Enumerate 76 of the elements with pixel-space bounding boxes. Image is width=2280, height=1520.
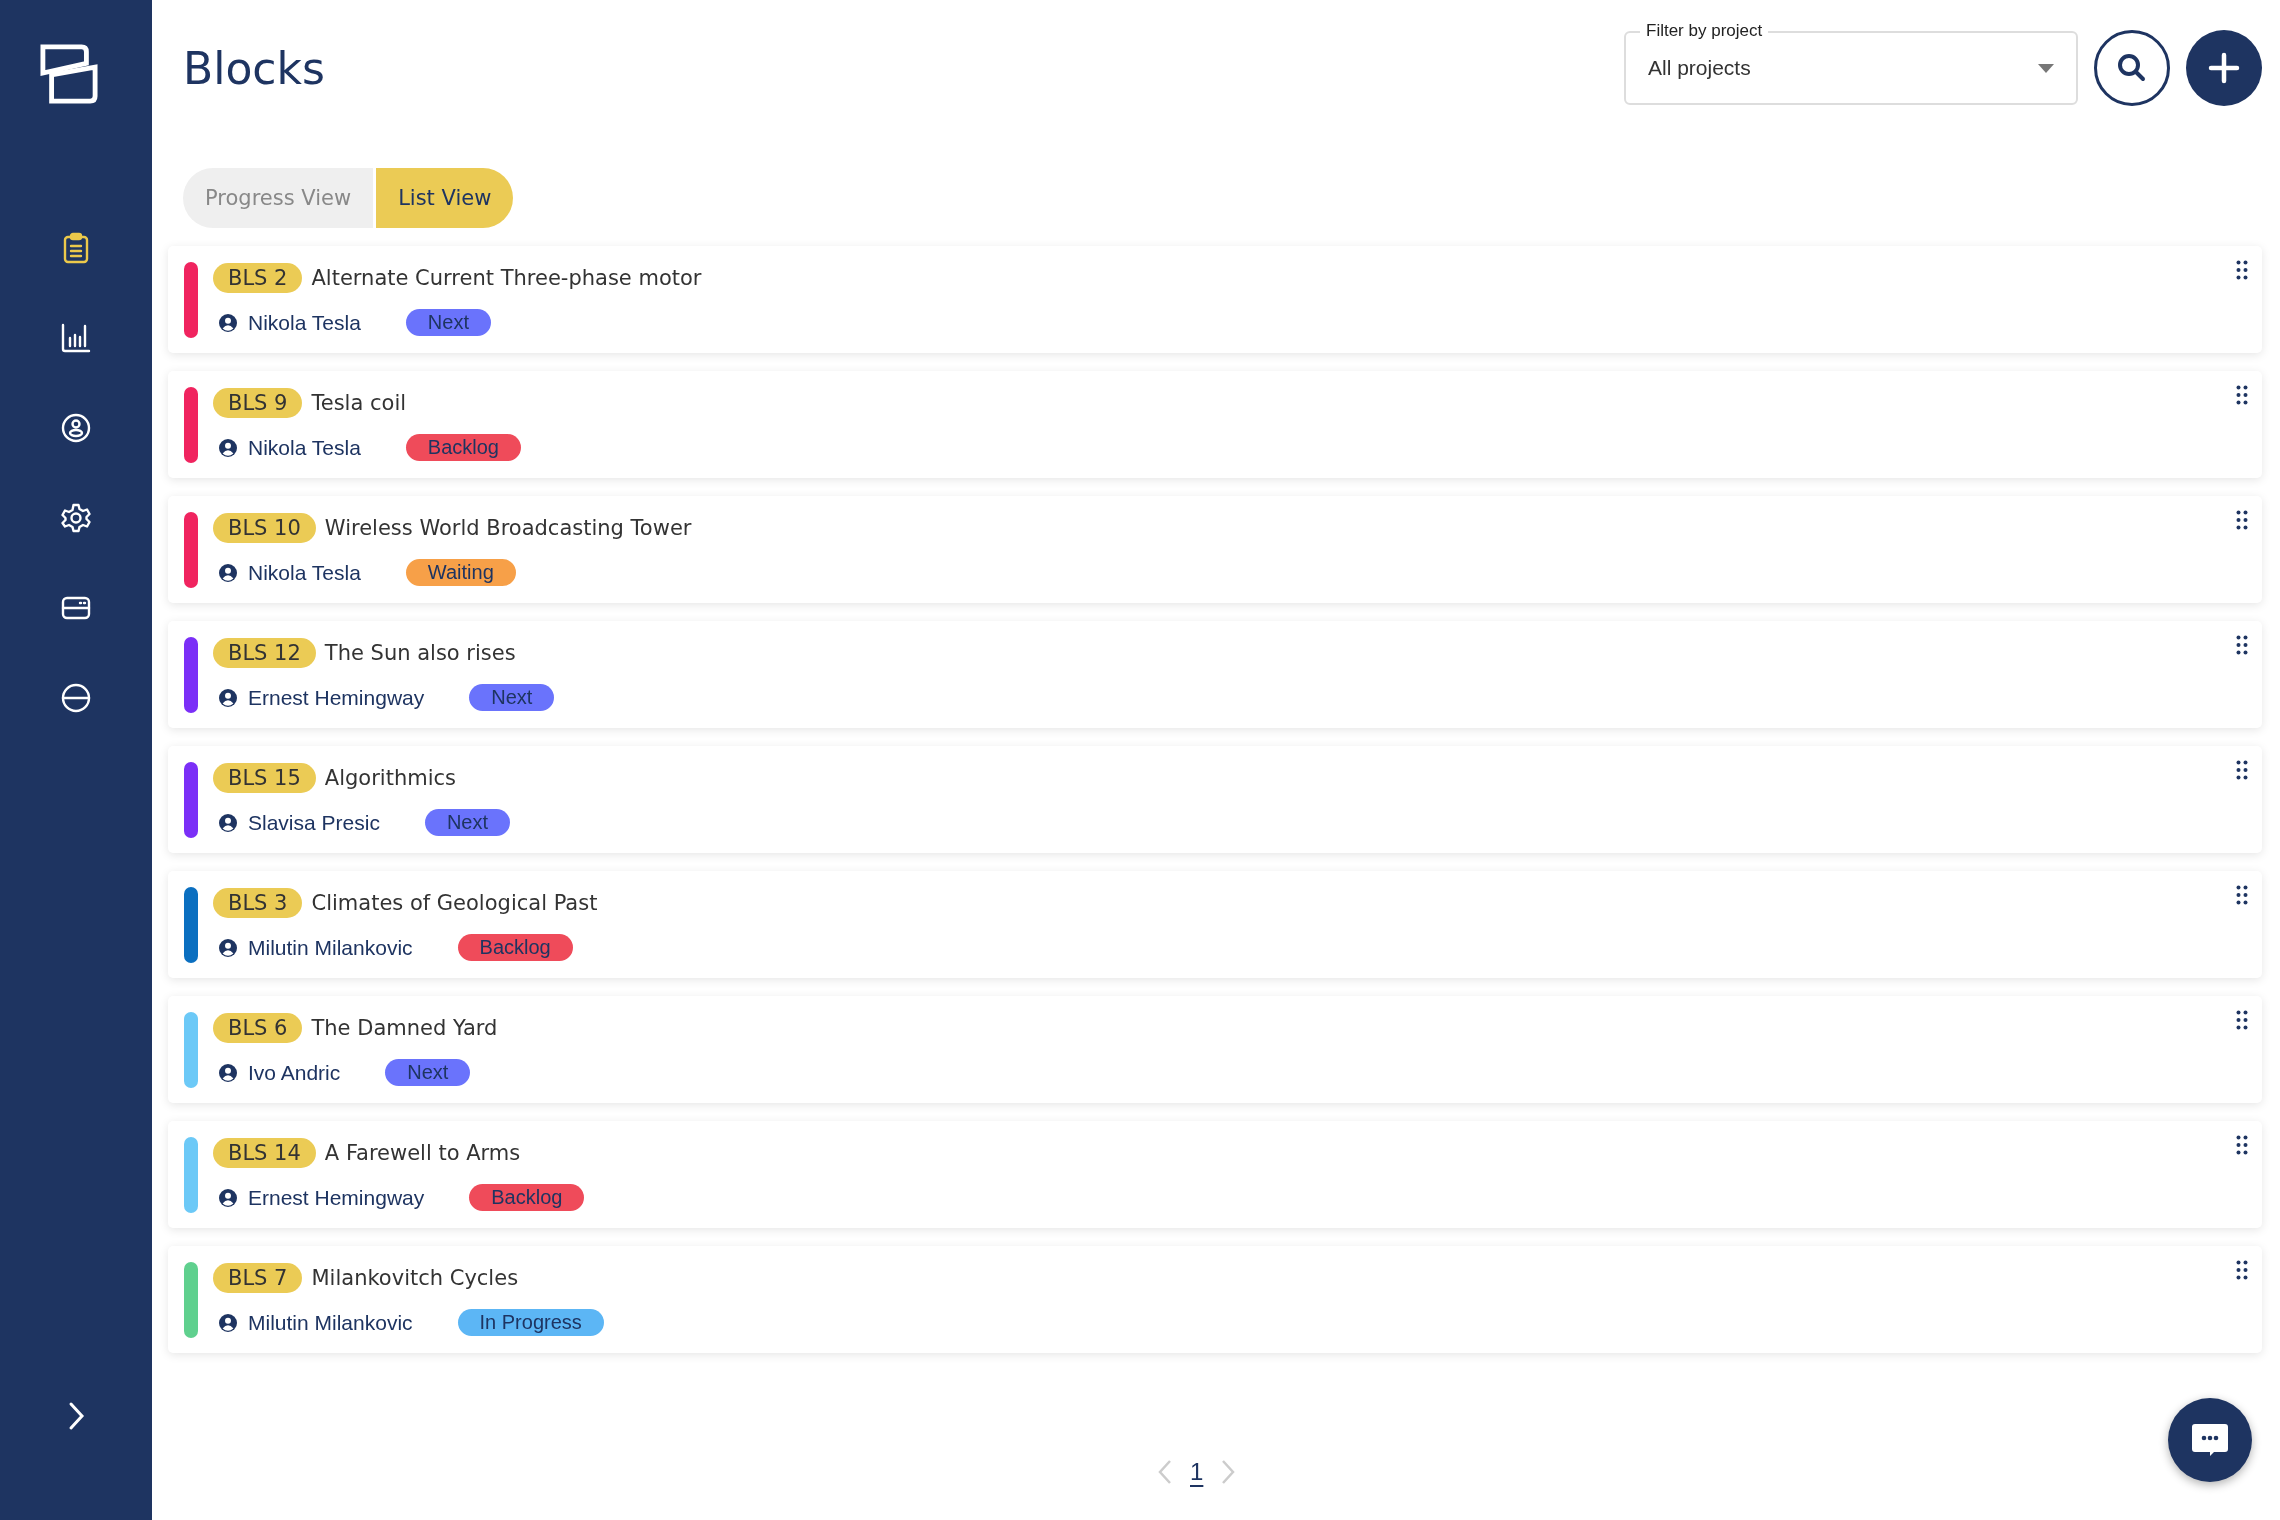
owner-name: Nikola Tesla	[248, 560, 361, 585]
drag-handle-icon[interactable]	[2236, 510, 2248, 530]
block-card[interactable]: BLS 3 Climates of Geological Past Milutin Milankovic Backlog	[168, 871, 2262, 978]
block-code-tag: BLS 14	[213, 1138, 316, 1168]
user-icon	[219, 313, 237, 332]
status-tag: Backlog	[405, 434, 521, 461]
status-tag: Next	[469, 684, 555, 711]
drag-handle-icon[interactable]	[2236, 760, 2248, 780]
circle-line-icon[interactable]	[60, 682, 92, 714]
owner-name: Milutin Milankovic	[248, 1310, 413, 1335]
status-tag: Next	[385, 1059, 471, 1086]
bar-chart-icon[interactable]	[60, 322, 92, 354]
block-card[interactable]: BLS 6 The Damned Yard Ivo Andric Next	[168, 996, 2262, 1103]
block-title: Tesla coil	[311, 391, 407, 415]
user-circle-icon[interactable]	[60, 412, 92, 444]
block-card[interactable]: BLS 14 A Farewell to Arms Ernest Hemingway Backlog	[168, 1121, 2262, 1228]
block-title: Wireless World Broadcasting Tower	[324, 516, 692, 540]
block-title: Milankovitch Cycles	[311, 1266, 519, 1290]
block-card[interactable]: BLS 2 Alternate Current Three-phase motor Nikola Tesla Next	[168, 246, 2262, 353]
user-icon	[219, 563, 237, 582]
status-tag: Waiting	[405, 559, 516, 586]
block-code-tag: BLS 7	[213, 1263, 303, 1293]
block-title: The Damned Yard	[311, 1016, 498, 1040]
dropdown-caret-icon	[2038, 63, 2054, 73]
owner-name: Ernest Hemingway	[248, 1185, 425, 1210]
block-card[interactable]: BLS 9 Tesla coil Nikola Tesla Backlog	[168, 371, 2262, 478]
page-title: Blocks	[183, 42, 325, 94]
user-icon	[219, 1188, 237, 1207]
block-card[interactable]: BLS 12 The Sun also rises Ernest Hemingway Next	[168, 621, 2262, 728]
block-card[interactable]: BLS 15 Algorithmics Slavisa Presic Next	[168, 746, 2262, 853]
block-code-tag: BLS 2	[213, 263, 303, 293]
owner-name: Nikola Tesla	[248, 310, 361, 335]
block-title: A Farewell to Arms	[324, 1141, 521, 1165]
block-title: The Sun also rises	[324, 641, 516, 665]
drag-handle-icon[interactable]	[2236, 385, 2248, 405]
user-icon	[219, 813, 237, 832]
owner-name: Nikola Tesla	[248, 435, 361, 460]
drag-handle-icon[interactable]	[2236, 635, 2248, 655]
status-tag: Next	[424, 809, 510, 836]
block-title: Climates of Geological Past	[311, 891, 598, 915]
user-icon	[219, 938, 237, 957]
status-tag: In Progress	[457, 1309, 604, 1336]
block-card[interactable]: BLS 7 Milankovitch Cycles Milutin Milankovic In Progress	[168, 1246, 2262, 1353]
owner-name: Ernest Hemingway	[248, 685, 425, 710]
block-code-tag: BLS 10	[213, 513, 316, 543]
drag-handle-icon[interactable]	[2236, 1010, 2248, 1030]
status-tag: Next	[405, 309, 491, 336]
block-code-tag: BLS 15	[213, 763, 316, 793]
status-tag: Backlog	[469, 1184, 585, 1211]
block-title: Alternate Current Three-phase motor	[311, 266, 702, 290]
user-icon	[219, 1063, 237, 1082]
user-icon	[219, 688, 237, 707]
settings-icon[interactable]	[60, 502, 92, 534]
search-icon	[2116, 52, 2148, 84]
block-code-tag: BLS 9	[213, 388, 303, 418]
owner-name: Slavisa Presic	[248, 810, 380, 835]
block-title: Algorithmics	[324, 766, 456, 790]
logo-icon	[40, 44, 98, 104]
page-number-link[interactable]: 1	[1190, 1458, 1204, 1486]
block-card[interactable]: BLS 10 Wireless World Broadcasting Tower Nikola Tesla Waiting	[168, 496, 2262, 603]
drag-handle-icon[interactable]	[2236, 1135, 2248, 1155]
owner-name: Ivo Andric	[248, 1060, 341, 1085]
status-tag: Backlog	[457, 934, 573, 961]
user-icon	[219, 1313, 237, 1332]
filter-value: All projects	[1648, 56, 1751, 80]
drag-handle-icon[interactable]	[2236, 1260, 2248, 1280]
user-icon	[219, 438, 237, 457]
block-code-tag: BLS 12	[213, 638, 316, 668]
chat-button[interactable]	[2168, 1398, 2252, 1482]
owner-name: Milutin Milankovic	[248, 935, 413, 960]
block-code-tag: BLS 3	[213, 888, 303, 918]
drag-handle-icon[interactable]	[2236, 885, 2248, 905]
block-code-tag: BLS 6	[213, 1013, 303, 1043]
drag-handle-icon[interactable]	[2236, 260, 2248, 280]
plus-icon	[2208, 52, 2240, 84]
view-tab[interactable]: List View	[376, 168, 514, 228]
